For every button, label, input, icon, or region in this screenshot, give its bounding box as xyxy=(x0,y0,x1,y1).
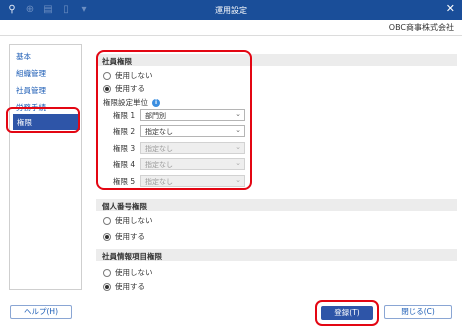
radio-personal-number-off[interactable]: 使用しない xyxy=(103,215,153,226)
radio-label: 使用しない xyxy=(115,216,153,225)
highlight-box xyxy=(96,50,252,190)
close-icon[interactable]: ✕ xyxy=(446,3,455,14)
content-panel: 社員権限 使用しない 使用する 権限設定単位 i 権限 1 部門別 ⌄ 権限 2… xyxy=(87,38,461,292)
window-title: 運用設定 xyxy=(215,6,247,15)
radio-employee-info-off[interactable]: 使用しない xyxy=(103,267,153,278)
nav-item-organization[interactable]: 組織管理 xyxy=(16,68,46,79)
section-header-employee-info-items: 社員情報項目権限 xyxy=(96,249,457,261)
section-header-personal-number: 個人番号権限 xyxy=(96,199,457,211)
radio-label: 使用しない xyxy=(115,268,153,277)
help-button[interactable]: ヘルプ(H) xyxy=(10,305,72,319)
radio-label: 使用する xyxy=(115,232,145,241)
company-name: OBC商事株式会社 xyxy=(388,23,454,32)
radio-button[interactable] xyxy=(103,216,111,225)
nav-item-basic[interactable]: 基本 xyxy=(16,51,31,62)
title-bar: ⚲ ⊕ ▤ ▯ ▾ 運用設定 ✕ xyxy=(0,0,462,20)
close-button[interactable]: 閉じる(C) xyxy=(384,305,452,319)
radio-button[interactable] xyxy=(103,232,111,241)
register-button[interactable]: 登録(T) xyxy=(321,306,373,320)
radio-button[interactable] xyxy=(103,282,111,291)
highlight-box xyxy=(6,107,80,133)
footer-bar: ヘルプ(H) 登録(T) 閉じる(C) xyxy=(0,295,462,332)
radio-button[interactable] xyxy=(103,268,111,277)
settings-nav: 基本 組織管理 社員管理 労務手続 権限 xyxy=(9,44,82,290)
radio-label: 使用する xyxy=(115,282,145,291)
radio-personal-number-on[interactable]: 使用する xyxy=(103,231,145,242)
nav-item-employee[interactable]: 社員管理 xyxy=(16,85,46,96)
radio-employee-info-on[interactable]: 使用する xyxy=(103,281,145,292)
divider xyxy=(0,35,462,36)
